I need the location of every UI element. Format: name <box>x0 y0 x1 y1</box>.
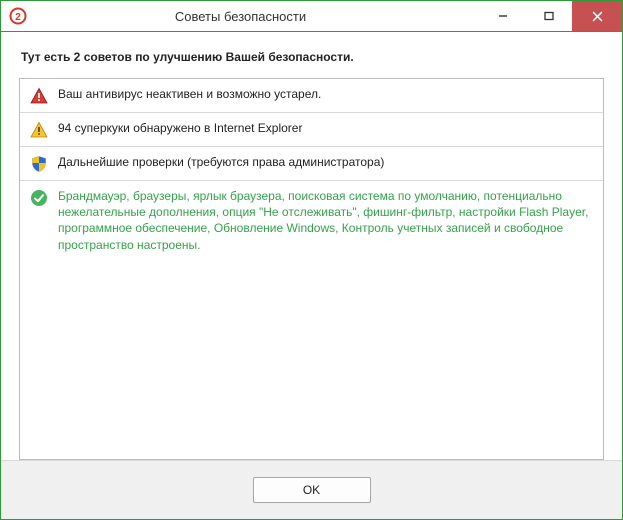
tip-row-admin-checks[interactable]: Дальнейшие проверки (требуются права адм… <box>20 147 603 181</box>
window-title: Советы безопасности <box>1 9 480 24</box>
tip-text: Дальнейшие проверки (требуются права адм… <box>58 154 593 170</box>
tip-text: Брандмауэр, браузеры, ярлык браузера, по… <box>58 188 593 253</box>
maximize-button[interactable] <box>526 1 572 31</box>
danger-icon <box>30 87 48 105</box>
ok-button-label: OK <box>303 483 320 497</box>
tip-row-supercookies[interactable]: 94 суперкуки обнаружено в Internet Explo… <box>20 113 603 147</box>
minimize-button[interactable] <box>480 1 526 31</box>
intro-text: Тут есть 2 советов по улучшению Вашей бе… <box>21 50 602 64</box>
tip-row-antivirus[interactable]: Ваш антивирус неактивен и возможно устар… <box>20 79 603 113</box>
warning-icon <box>30 121 48 139</box>
window-body: Тут есть 2 советов по улучшению Вашей бе… <box>1 32 622 460</box>
close-button[interactable] <box>572 1 622 31</box>
security-tips-window: 2 Советы безопасности Тут есть 2 советов… <box>0 0 623 520</box>
tips-list: Ваш антивирус неактивен и возможно устар… <box>19 78 604 460</box>
tip-text: Ваш антивирус неактивен и возможно устар… <box>58 86 593 102</box>
tip-row-configured: Брандмауэр, браузеры, ярлык браузера, по… <box>20 181 603 260</box>
title-bar: 2 Советы безопасности <box>1 1 622 32</box>
check-icon <box>30 189 48 207</box>
ok-button[interactable]: OK <box>253 477 371 503</box>
shield-icon <box>30 155 48 173</box>
footer-bar: OK <box>1 460 622 519</box>
tip-text: 94 суперкуки обнаружено в Internet Explo… <box>58 120 593 136</box>
window-controls <box>480 1 622 31</box>
